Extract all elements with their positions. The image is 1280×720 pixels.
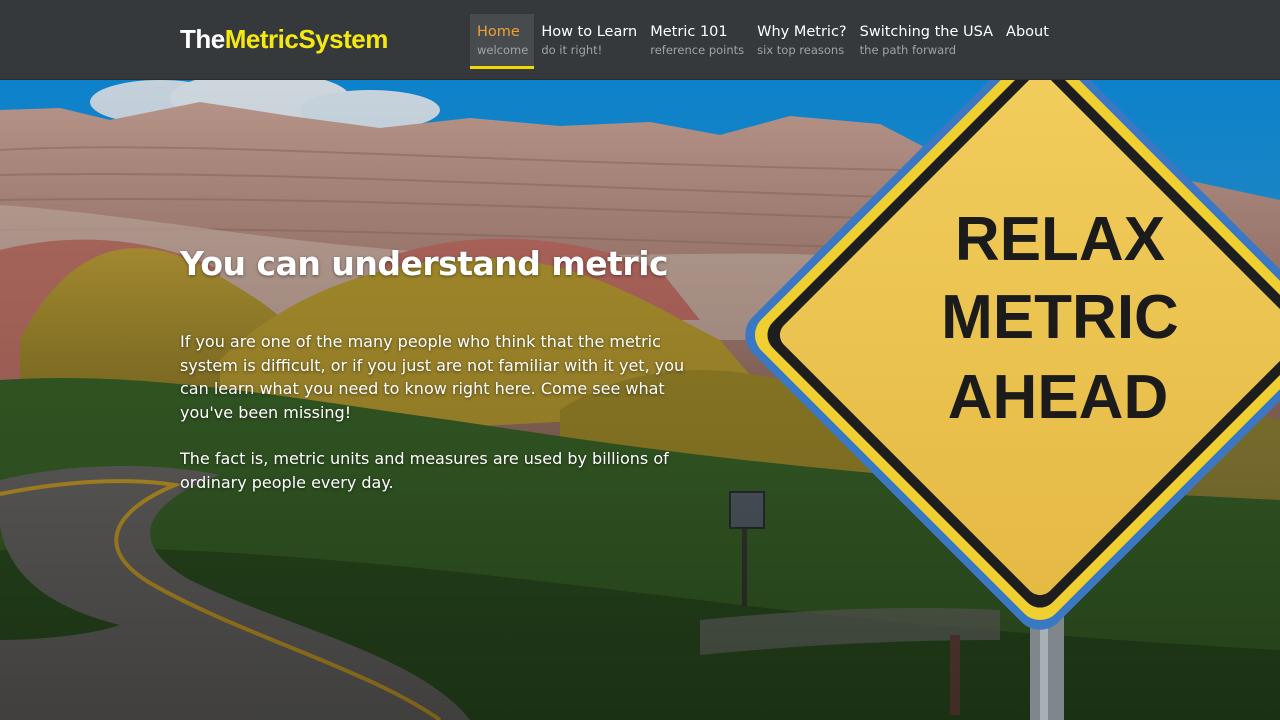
logo-text-the: The xyxy=(180,24,225,54)
nav-label: About xyxy=(1006,24,1049,40)
nav-label: Why Metric? xyxy=(757,24,847,40)
site-header: TheMetricSystem Home welcome How to Lear… xyxy=(0,0,1280,80)
nav-item-home[interactable]: Home welcome xyxy=(470,14,535,69)
nav-sublabel: do it right! xyxy=(541,43,603,57)
hero-section: RELAX METRIC AHEAD You can understand me… xyxy=(0,80,1280,720)
main-nav: Home welcome How to Learn do it right! M… xyxy=(470,14,1055,70)
nav-label: How to Learn xyxy=(541,24,638,40)
sign-line-ahead: AHEAD xyxy=(948,363,1168,432)
nav-sublabel: welcome xyxy=(477,43,529,57)
nav-sublabel: reference points xyxy=(650,43,745,57)
hero-paragraph-2: The fact is, metric units and measures a… xyxy=(180,449,669,492)
sign-line-metric: METRIC xyxy=(941,283,1179,352)
nav-item-why-metric[interactable]: Why Metric? six top reasons xyxy=(750,14,853,69)
nav-item-metric-101[interactable]: Metric 101 reference points xyxy=(643,14,750,69)
nav-sublabel: the path forward xyxy=(859,43,957,57)
nav-item-switching-the-usa[interactable]: Switching the USA the path forward xyxy=(853,14,999,69)
logo-text-metricsystem: MetricSystem xyxy=(224,24,389,54)
nav-label: Home xyxy=(477,24,520,40)
nav-sublabel: six top reasons xyxy=(757,43,845,57)
nav-item-about[interactable]: About xyxy=(999,14,1055,69)
nav-label: Metric 101 xyxy=(650,24,728,40)
nav-item-how-to-learn[interactable]: How to Learn do it right! xyxy=(534,14,643,69)
hero-paragraph-1: If you are one of the many people who th… xyxy=(180,332,685,422)
site-logo[interactable]: TheMetricSystem xyxy=(180,24,388,55)
sign-line-relax: RELAX xyxy=(955,205,1165,274)
nav-label: Switching the USA xyxy=(859,24,994,40)
hero-title: You can understand metric xyxy=(180,244,669,283)
